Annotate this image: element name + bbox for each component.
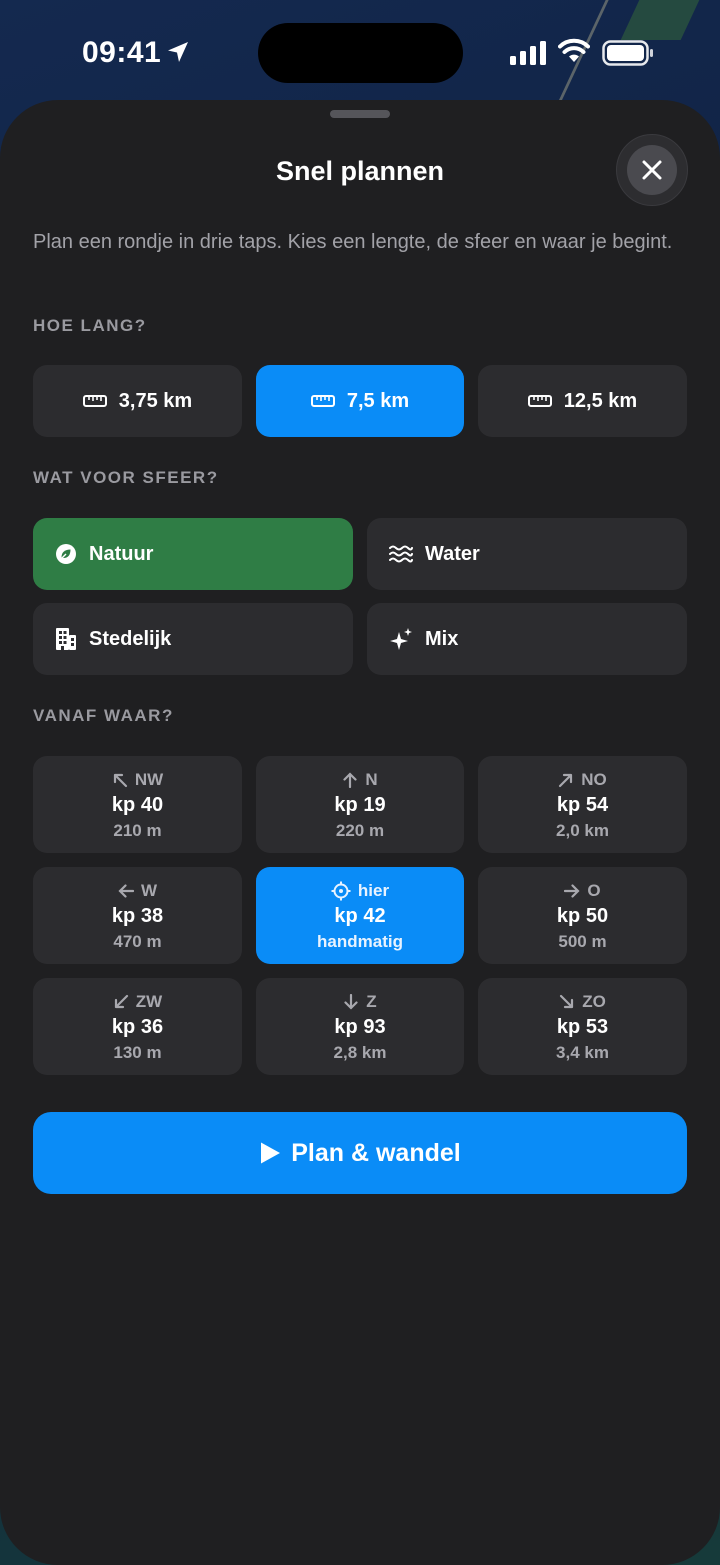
length-option-label: 7,5 km bbox=[346, 389, 410, 412]
location-arrow-icon bbox=[168, 42, 188, 62]
start-distance: 220 m bbox=[335, 821, 385, 840]
ruler-icon bbox=[527, 395, 552, 407]
start-card-no[interactable]: NO kp 54 2,0 km bbox=[478, 756, 687, 853]
start-kp: kp 53 bbox=[556, 1016, 609, 1038]
arrow-left-icon bbox=[118, 884, 134, 898]
start-direction: N bbox=[365, 770, 378, 789]
start-kp: kp 93 bbox=[334, 1016, 386, 1038]
start-distance: 2,0 km bbox=[556, 821, 609, 840]
mood-option-mix[interactable]: Mix bbox=[367, 603, 687, 675]
sheet-description: Plan een rondje in drie taps. Kies een l… bbox=[33, 231, 673, 253]
start-card-zw[interactable]: ZW kp 36 130 m bbox=[33, 978, 242, 1075]
start-kp: kp 50 bbox=[556, 905, 609, 927]
start-direction: Z bbox=[366, 992, 377, 1011]
start-section-label: VANAF WAAR? bbox=[33, 706, 174, 725]
arrow-up-icon bbox=[343, 772, 357, 788]
mood-option-stedelijk[interactable]: Stedelijk bbox=[33, 603, 353, 675]
start-direction: ZO bbox=[582, 992, 606, 1011]
start-distance: handmatig bbox=[317, 932, 403, 951]
start-distance: 470 m bbox=[113, 932, 162, 951]
mood-section-label: WAT VOOR SFEER? bbox=[33, 468, 219, 487]
start-direction: hier bbox=[357, 881, 390, 900]
start-distance: 130 m bbox=[113, 1043, 162, 1062]
plan-and-walk-label: Plan & wandel bbox=[291, 1138, 461, 1167]
sheet-grabber[interactable] bbox=[330, 110, 390, 118]
building-icon bbox=[56, 628, 76, 650]
mood-option-label: Stedelijk bbox=[89, 627, 172, 650]
arrow-right-icon bbox=[564, 884, 580, 898]
ruler-icon bbox=[310, 395, 335, 407]
plan-and-walk-button[interactable]: Plan & wandel bbox=[33, 1112, 687, 1194]
length-section-label: HOE LANG? bbox=[33, 316, 147, 335]
leaf-icon bbox=[56, 544, 76, 564]
sparkles-icon bbox=[390, 628, 412, 650]
battery-icon bbox=[602, 40, 653, 66]
start-card-w[interactable]: W kp 38 470 m bbox=[33, 867, 242, 964]
crosshair-icon bbox=[331, 881, 351, 901]
mood-option-water[interactable]: Water bbox=[367, 518, 687, 590]
start-direction: W bbox=[140, 881, 158, 900]
start-kp: kp 38 bbox=[111, 905, 164, 927]
start-kp: kp 19 bbox=[334, 794, 386, 816]
status-time: 09:41 bbox=[82, 36, 162, 69]
cellular-signal-icon bbox=[510, 41, 546, 65]
start-direction: ZW bbox=[135, 992, 163, 1011]
arrow-down-left-icon bbox=[114, 994, 128, 1009]
play-icon bbox=[261, 1142, 281, 1164]
start-direction: NW bbox=[134, 770, 164, 789]
length-option-7-5km[interactable]: 7,5 km bbox=[256, 365, 464, 437]
quick-plan-sheet: Snel plannen Plan een rondje in drie tap… bbox=[0, 100, 720, 1565]
start-card-zo[interactable]: ZO kp 53 3,4 km bbox=[478, 978, 687, 1075]
close-button[interactable] bbox=[616, 134, 688, 206]
mood-option-label: Natuur bbox=[89, 542, 154, 565]
start-distance: 3,4 km bbox=[556, 1043, 609, 1062]
start-kp: kp 36 bbox=[111, 1016, 164, 1038]
arrow-down-icon bbox=[344, 994, 358, 1010]
start-direction: NO bbox=[581, 770, 607, 789]
length-option-label: 3,75 km bbox=[118, 389, 193, 412]
start-distance: 2,8 km bbox=[333, 1043, 387, 1062]
length-option-3-75km[interactable]: 3,75 km bbox=[33, 365, 242, 437]
arrow-up-right-icon bbox=[559, 773, 573, 788]
wifi-icon bbox=[558, 38, 590, 62]
start-kp: kp 40 bbox=[111, 794, 164, 816]
mood-option-label: Mix bbox=[425, 627, 459, 650]
start-direction: O bbox=[587, 881, 601, 900]
start-card-n[interactable]: N kp 19 220 m bbox=[256, 756, 464, 853]
status-bar: 09:41 bbox=[0, 0, 720, 100]
start-distance: 210 m bbox=[113, 821, 162, 840]
arrow-up-left-icon bbox=[113, 773, 127, 788]
mood-option-natuur[interactable]: Natuur bbox=[33, 518, 353, 590]
arrow-down-right-icon bbox=[560, 994, 574, 1009]
waves-icon bbox=[389, 545, 413, 563]
start-kp: kp 54 bbox=[556, 794, 609, 816]
start-card-z[interactable]: Z kp 93 2,8 km bbox=[256, 978, 464, 1075]
ruler-icon bbox=[82, 395, 107, 407]
start-distance: 500 m bbox=[558, 932, 607, 951]
start-card-nw[interactable]: NW kp 40 210 m bbox=[33, 756, 242, 853]
dynamic-island bbox=[258, 23, 463, 83]
close-icon bbox=[642, 160, 662, 180]
mood-option-label: Water bbox=[425, 542, 480, 565]
start-card-hier[interactable]: hier kp 42 handmatig bbox=[256, 867, 464, 964]
start-kp: kp 42 bbox=[334, 905, 386, 927]
start-card-o[interactable]: O kp 50 500 m bbox=[478, 867, 687, 964]
length-option-12-5km[interactable]: 12,5 km bbox=[478, 365, 687, 437]
sheet-title: Snel plannen bbox=[275, 156, 445, 186]
length-option-label: 12,5 km bbox=[563, 389, 638, 412]
